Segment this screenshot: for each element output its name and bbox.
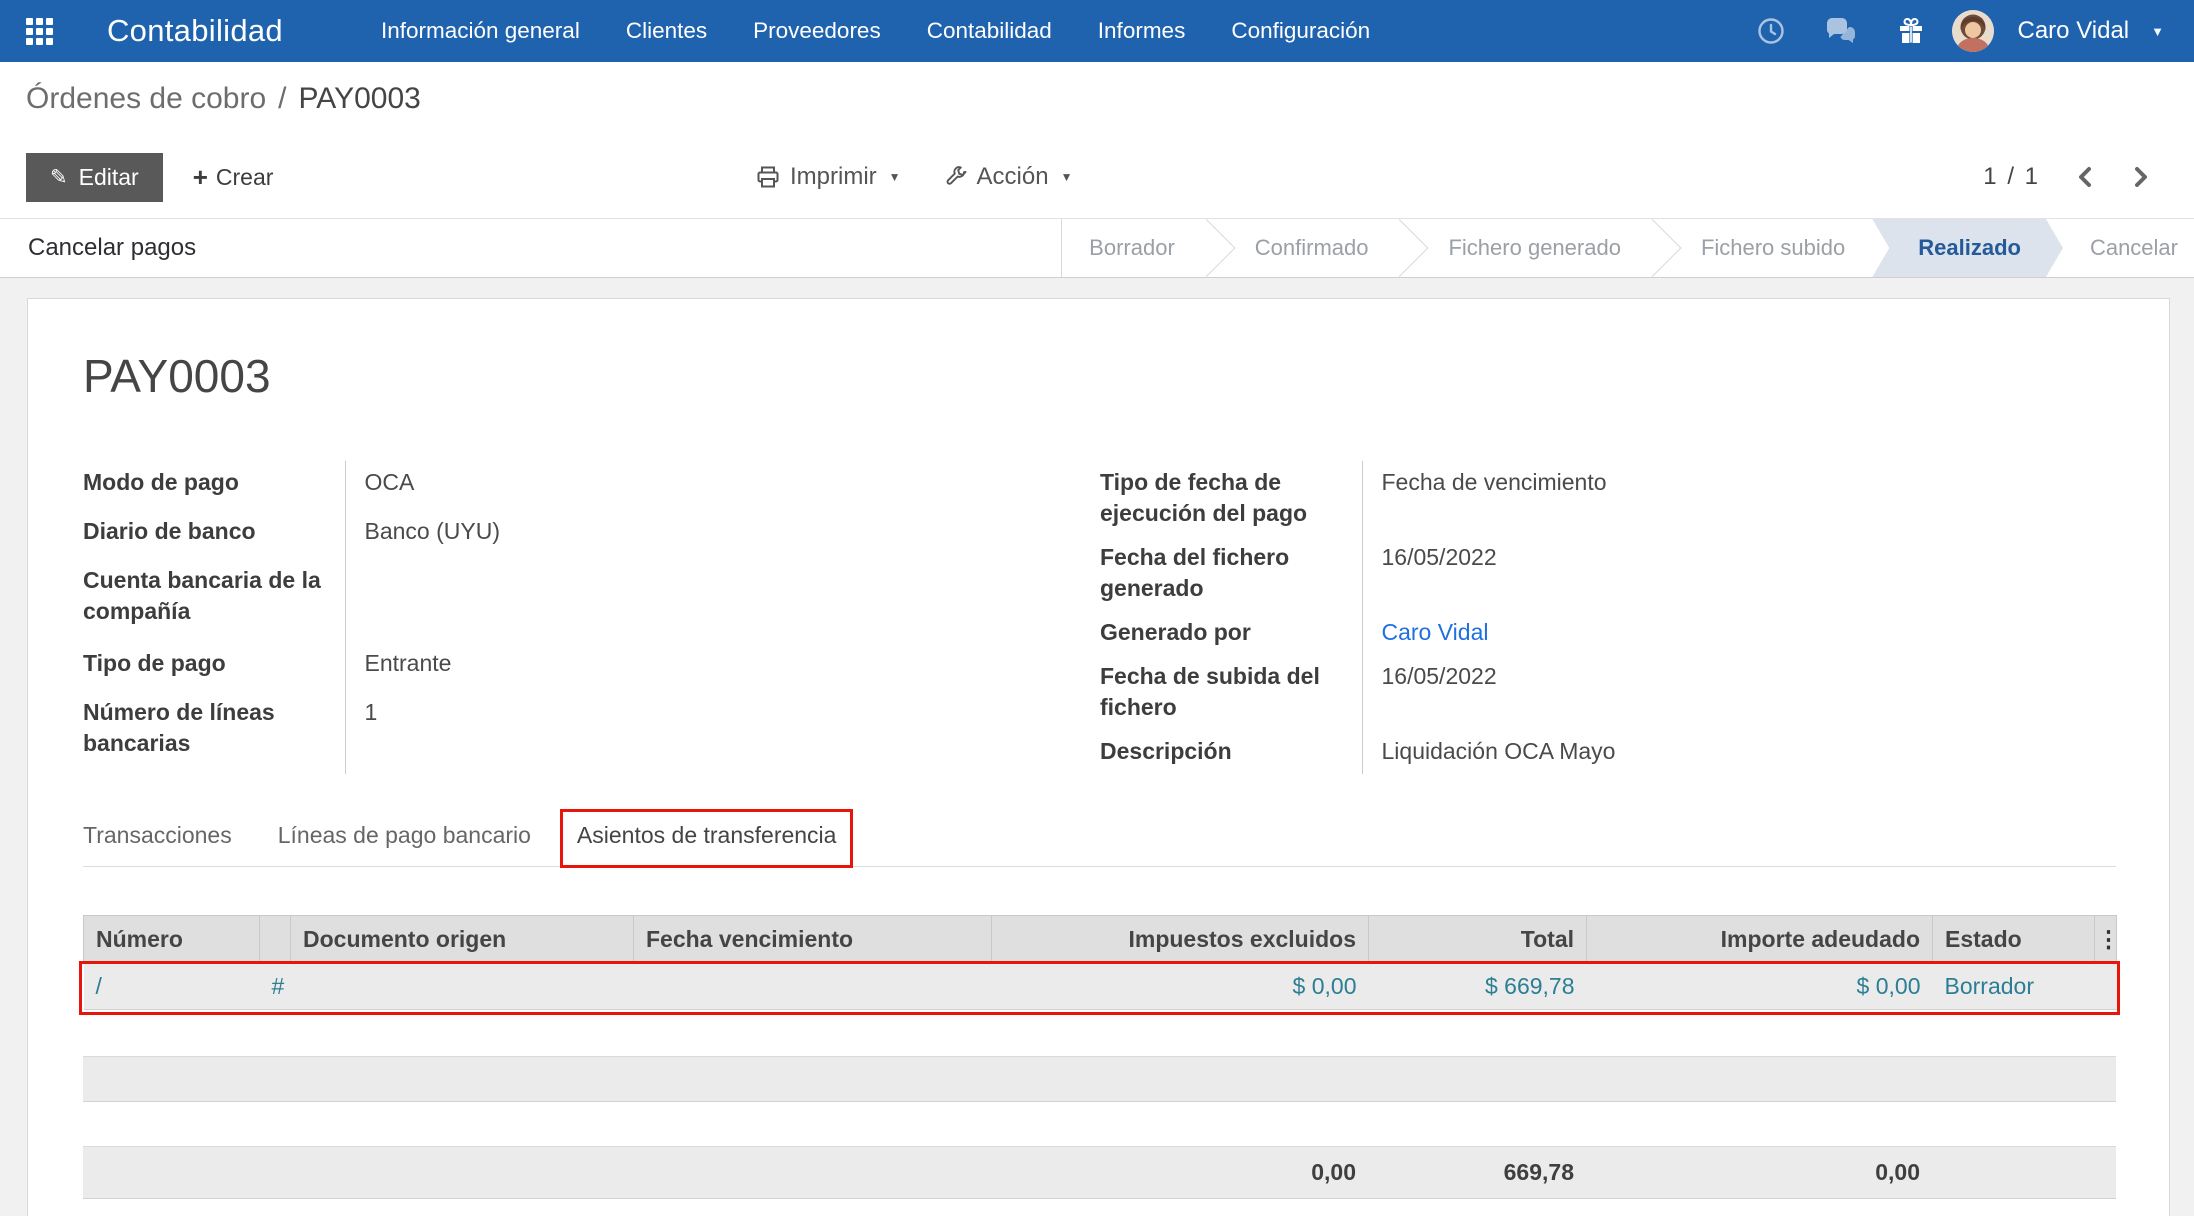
empty-list-bar	[83, 1056, 2116, 1102]
breadcrumb-current: PAY0003	[299, 82, 421, 116]
transfer-moves-table: Número Documento origen Fecha vencimient…	[83, 915, 2116, 1010]
cancel-payments-button[interactable]: Cancelar pagos	[0, 219, 1062, 277]
status-step-cancelar[interactable]: Cancelar	[2063, 219, 2194, 277]
chevron-down-icon: ▼	[889, 170, 901, 184]
column-header-estado[interactable]: Estado	[1933, 916, 2095, 964]
nav-item-informes[interactable]: Informes	[1098, 18, 1186, 44]
gift-icon[interactable]	[1882, 17, 1940, 45]
notebook-tabs: Transacciones Líneas de pago bancario As…	[83, 822, 2116, 867]
top-navbar: Contabilidad Información general Cliente…	[0, 0, 2194, 62]
column-header-importe-adeudado[interactable]: Importe adeudado	[1587, 916, 1933, 964]
record-title: PAY0003	[83, 349, 2114, 403]
table-row[interactable]: / # $ 0,00 $ 669,78 $ 0,00 Borrador	[84, 964, 2117, 1010]
breadcrumb-parent-link[interactable]: Órdenes de cobro	[26, 82, 266, 116]
field-value-diario-de-banco: Banco (UYU)	[345, 510, 1023, 559]
total-importe-adeudado: 0,00	[1586, 1147, 1932, 1199]
chevron-down-icon: ▼	[1061, 170, 1073, 184]
column-header-link	[260, 916, 291, 964]
plus-icon: +	[193, 162, 208, 193]
tab-lineas-pago-bancario[interactable]: Líneas de pago bancario	[278, 822, 531, 849]
table-header-row: Número Documento origen Fecha vencimient…	[84, 916, 2117, 964]
apps-grid-icon[interactable]	[26, 18, 53, 45]
breadcrumb: Órdenes de cobro / PAY0003	[0, 62, 2194, 136]
edit-button[interactable]: ✎ Editar	[26, 153, 163, 202]
column-options-ellipsis-icon[interactable]: ⋮	[2095, 916, 2117, 964]
tab-asientos-transferencia[interactable]: Asientos de transferencia	[577, 822, 837, 849]
column-header-fecha-vencimiento[interactable]: Fecha vencimiento	[634, 916, 992, 964]
field-label-fecha-subida: Fecha de subida del fichero	[1100, 655, 1362, 730]
cell-fecha-vencimiento[interactable]	[634, 964, 992, 1010]
field-label-fecha-fichero-generado: Fecha del fichero generado	[1100, 536, 1362, 611]
status-bar: Cancelar pagos Borrador Confirmado Fiche…	[0, 218, 2194, 278]
total-total: 669,78	[1368, 1147, 1586, 1199]
status-arrow-separator	[1202, 219, 1228, 277]
field-value-numero-lineas: 1	[345, 691, 1023, 774]
field-label-cuenta-bancaria: Cuenta bancaria de la compañía	[83, 559, 345, 642]
nav-item-informacion-general[interactable]: Información general	[381, 18, 580, 44]
nav-item-configuracion[interactable]: Configuración	[1231, 18, 1370, 44]
field-value-fecha-subida: 16/05/2022	[1362, 655, 2116, 730]
main-menu: Información general Clientes Proveedores…	[381, 18, 1370, 44]
field-label-modo-de-pago: Modo de pago	[83, 461, 345, 510]
nav-item-contabilidad[interactable]: Contabilidad	[927, 18, 1052, 44]
status-step-realizado-active[interactable]: Realizado	[1872, 219, 2063, 277]
app-brand[interactable]: Contabilidad	[107, 13, 283, 49]
field-value-modo-de-pago: OCA	[345, 461, 1023, 510]
field-label-generado-por: Generado por	[1100, 611, 1362, 655]
user-caret-icon[interactable]: ▼	[2151, 24, 2164, 39]
column-header-documento-origen[interactable]: Documento origen	[291, 916, 634, 964]
field-value-generado-por-link[interactable]: Caro Vidal	[1362, 611, 2116, 655]
pencil-icon: ✎	[50, 165, 68, 190]
create-button[interactable]: + Crear	[193, 162, 274, 193]
nav-item-clientes[interactable]: Clientes	[626, 18, 707, 44]
status-step-fichero-generado[interactable]: Fichero generado	[1421, 219, 1647, 277]
status-arrow-separator	[1648, 219, 1674, 277]
content-area: PAY0003 Modo de pago OCA Diario de banco…	[0, 278, 2194, 1216]
cell-importe-adeudado[interactable]: $ 0,00	[1587, 964, 1933, 1010]
cell-link[interactable]: #	[260, 964, 291, 1010]
statusbar-steps: Borrador Confirmado Fichero generado Fic…	[1062, 219, 2194, 277]
field-label-tipo-fecha-ejecucion: Tipo de fecha de ejecución del pago	[1100, 461, 1362, 536]
field-label-descripcion: Descripción	[1100, 730, 1362, 774]
cell-numero[interactable]: /	[84, 964, 260, 1010]
nav-item-proveedores[interactable]: Proveedores	[753, 18, 881, 44]
totals-row: 0,00 669,78 0,00	[83, 1146, 2116, 1199]
status-step-fichero-subido[interactable]: Fichero subido	[1674, 219, 1872, 277]
pager-count: 1 / 1	[1983, 163, 2040, 191]
column-header-numero[interactable]: Número	[84, 916, 260, 964]
column-header-total[interactable]: Total	[1369, 916, 1587, 964]
cell-estado[interactable]: Borrador	[1933, 964, 2095, 1010]
tab-transacciones[interactable]: Transacciones	[83, 822, 232, 849]
printer-icon	[756, 165, 780, 189]
print-dropdown[interactable]: Imprimir ▼	[756, 163, 901, 191]
column-header-impuestos-excluidos[interactable]: Impuestos excluidos	[992, 916, 1369, 964]
status-arrow-separator	[1395, 219, 1421, 277]
control-toolbar: ✎ Editar + Crear Imprimir ▼ Acción ▼ 1 /…	[0, 136, 2194, 218]
form-sheet: PAY0003 Modo de pago OCA Diario de banco…	[27, 298, 2170, 1216]
activities-clock-icon[interactable]	[1742, 17, 1800, 45]
wrench-icon	[945, 166, 967, 188]
right-field-group: Tipo de fecha de ejecución del pago Fech…	[1100, 461, 2116, 774]
breadcrumb-separator: /	[278, 82, 286, 116]
field-label-tipo-de-pago: Tipo de pago	[83, 642, 345, 691]
action-dropdown[interactable]: Acción ▼	[945, 163, 1073, 191]
messages-chat-icon[interactable]	[1812, 17, 1870, 45]
pager-previous-icon[interactable]	[2074, 164, 2096, 190]
cell-documento-origen[interactable]	[291, 964, 634, 1010]
field-value-descripcion: Liquidación OCA Mayo	[1362, 730, 2116, 774]
field-value-tipo-de-pago: Entrante	[345, 642, 1023, 691]
field-value-tipo-fecha-ejecucion: Fecha de vencimiento	[1362, 461, 2116, 536]
cell-options	[2095, 964, 2117, 1010]
user-menu[interactable]: Caro Vidal	[2018, 17, 2130, 45]
field-label-diario-de-banco: Diario de banco	[83, 510, 345, 559]
pager-next-icon[interactable]	[2130, 164, 2152, 190]
field-value-cuenta-bancaria	[345, 559, 1023, 642]
left-field-group: Modo de pago OCA Diario de banco Banco (…	[83, 461, 1023, 774]
field-value-fecha-fichero-generado: 16/05/2022	[1362, 536, 2116, 611]
cell-impuestos-excluidos[interactable]: $ 0,00	[992, 964, 1369, 1010]
total-impuestos-excluidos: 0,00	[991, 1147, 1368, 1199]
cell-total[interactable]: $ 669,78	[1369, 964, 1587, 1010]
field-label-numero-lineas: Número de líneas bancarias	[83, 691, 345, 774]
user-avatar[interactable]	[1952, 10, 1994, 52]
